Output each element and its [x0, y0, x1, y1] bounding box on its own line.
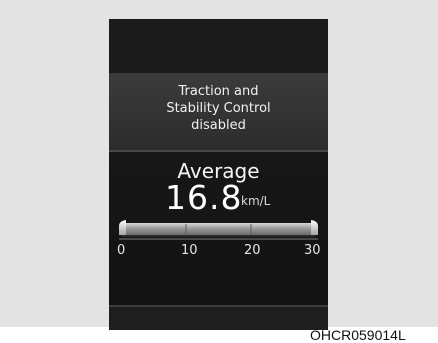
message-line-1: Traction and [178, 84, 259, 99]
average-unit: km/L [241, 194, 271, 208]
message-line-2: Stability Control [166, 101, 271, 116]
figure-code: OHCR059014L [310, 327, 406, 343]
gauge-tick-10: 10 [181, 243, 198, 258]
fuel-economy-gauge [119, 220, 318, 240]
cluster-display: Traction and Stability Control disabled … [109, 19, 328, 330]
gauge-tick-0: 0 [117, 243, 126, 258]
average-value: 16.8 [165, 178, 243, 217]
gauge-right-cap [311, 220, 318, 235]
gauge-tick-30: 30 [304, 243, 321, 258]
gauge-fill [121, 223, 316, 235]
gauge-left-cap [119, 220, 126, 235]
gauge-tick-20: 20 [244, 243, 261, 258]
bottom-strip [109, 307, 328, 330]
message-line-3: disabled [191, 118, 246, 133]
warning-message-panel: Traction and Stability Control disabled [109, 75, 328, 152]
